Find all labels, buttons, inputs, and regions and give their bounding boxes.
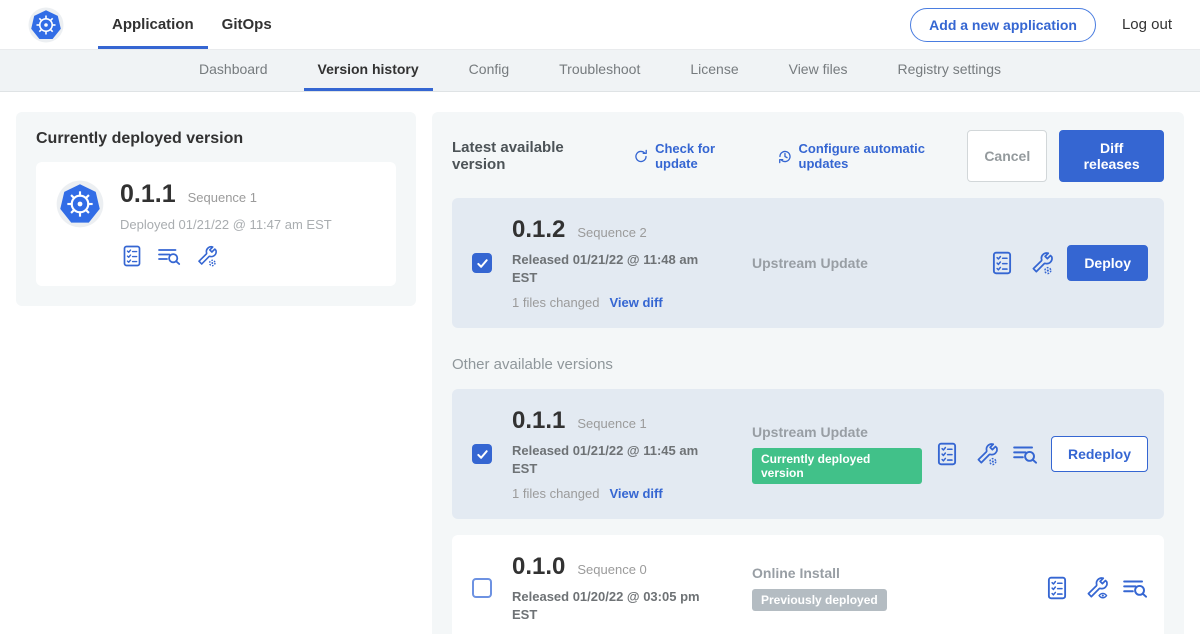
version-status: Upstream Update Currently deployed versi…	[732, 424, 922, 484]
tab-dashboard-label: Dashboard	[199, 61, 268, 77]
version-sequence: Sequence 2	[577, 225, 646, 240]
configure-updates-link[interactable]: Configure automatic updates	[777, 141, 968, 171]
tab-config[interactable]: Config	[455, 50, 523, 91]
released-timestamp: Released 01/21/22 @ 11:45 am EST	[512, 442, 720, 477]
version-row-0-1-2: 0.1.2 Sequence 2 Released 01/21/22 @ 11:…	[452, 198, 1164, 328]
tab-version-history[interactable]: Version history	[304, 50, 433, 91]
version-checkbox[interactable]	[472, 578, 492, 598]
version-info: 0.1.1 Sequence 1 Released 01/21/22 @ 11:…	[512, 407, 732, 501]
tab-view-files-label: View files	[789, 61, 848, 77]
schedule-icon	[777, 148, 793, 165]
currently-deployed-badge: Currently deployed version	[752, 448, 922, 484]
version-source: Upstream Update	[752, 424, 922, 440]
view-files-icon[interactable]	[1012, 441, 1038, 467]
deployed-version-card: 0.1.1 Sequence 1 Deployed 01/21/22 @ 11:…	[36, 162, 396, 286]
version-number: 0.1.2	[512, 216, 565, 244]
checkmark-icon	[476, 257, 489, 270]
version-checkbox[interactable]	[472, 444, 492, 464]
latest-version-title: Latest available version	[452, 139, 611, 173]
edit-config-icon[interactable]	[1028, 250, 1054, 276]
preflight-checklist-icon[interactable]	[989, 250, 1015, 276]
panel-header: Latest available version Check for updat…	[452, 130, 1164, 182]
version-number: 0.1.0	[512, 553, 565, 581]
other-versions-label: Other available versions	[452, 356, 1164, 373]
preflight-checklist-icon[interactable]	[1044, 575, 1070, 601]
tab-license-label: License	[690, 61, 738, 77]
diff-releases-button[interactable]: Diff releases	[1059, 130, 1164, 182]
edit-config-icon[interactable]	[194, 244, 218, 268]
preflight-checklist-icon[interactable]	[934, 441, 960, 467]
released-timestamp: Released 01/21/22 @ 11:48 am EST	[512, 251, 720, 286]
version-row-0-1-0: 0.1.0 Sequence 0 Released 01/20/22 @ 03:…	[452, 535, 1164, 634]
files-changed-label: 1 files changed	[512, 295, 599, 310]
configure-updates-label: Configure automatic updates	[799, 141, 968, 171]
version-info: 0.1.2 Sequence 2 Released 01/21/22 @ 11:…	[512, 216, 732, 310]
view-files-icon[interactable]	[157, 244, 181, 268]
tab-troubleshoot-label: Troubleshoot	[559, 61, 640, 77]
refresh-icon	[633, 148, 649, 165]
version-sequence: Sequence 0	[577, 562, 646, 577]
deployed-sequence: Sequence 1	[188, 190, 257, 205]
deploy-button[interactable]: Deploy	[1067, 245, 1148, 281]
tab-dashboard[interactable]: Dashboard	[185, 50, 282, 91]
top-nav-right: Add a new application Log out	[910, 0, 1172, 49]
view-diff-link[interactable]: View diff	[609, 295, 662, 310]
version-sequence: Sequence 1	[577, 416, 646, 431]
view-files-icon[interactable]	[1122, 575, 1148, 601]
top-tab-gitops-label: GitOps	[222, 16, 272, 33]
app-sub-nav: Dashboard Version history Config Trouble…	[0, 50, 1200, 92]
files-changed-label: 1 files changed	[512, 486, 599, 501]
currently-deployed-title: Currently deployed version	[36, 130, 396, 148]
tab-license[interactable]: License	[676, 50, 752, 91]
app-icon	[56, 180, 104, 268]
view-diff-link[interactable]: View diff	[609, 486, 662, 501]
tab-config-label: Config	[469, 61, 509, 77]
deployed-version-number: 0.1.1	[120, 180, 176, 209]
logout-link[interactable]: Log out	[1122, 16, 1172, 33]
top-tab-application[interactable]: Application	[98, 0, 208, 49]
add-application-button[interactable]: Add a new application	[910, 8, 1096, 42]
version-row-0-1-1: 0.1.1 Sequence 1 Released 01/21/22 @ 11:…	[452, 389, 1164, 519]
released-timestamp: Released 01/20/22 @ 03:05 pm EST	[512, 588, 720, 623]
check-for-update-link[interactable]: Check for update	[633, 141, 754, 171]
version-actions	[1044, 575, 1148, 601]
tab-version-history-label: Version history	[318, 61, 419, 77]
tab-registry-settings-label: Registry settings	[898, 61, 1001, 77]
version-source: Upstream Update	[752, 255, 977, 271]
checkmark-icon	[476, 448, 489, 461]
top-nav: Application GitOps Add a new application…	[0, 0, 1200, 50]
tab-view-files[interactable]: View files	[775, 50, 862, 91]
version-status: Online Install Previously deployed	[732, 565, 1032, 611]
version-actions: Redeploy	[934, 436, 1148, 472]
kubernetes-logo[interactable]	[28, 0, 64, 49]
check-for-update-label: Check for update	[655, 141, 755, 171]
redeploy-button[interactable]: Redeploy	[1051, 436, 1148, 472]
version-actions: Deploy	[989, 245, 1148, 281]
top-tab-bar: Application GitOps	[98, 0, 286, 49]
version-checkbox[interactable]	[472, 253, 492, 273]
version-history-panel: Latest available version Check for updat…	[432, 112, 1184, 634]
version-source: Online Install	[752, 565, 1032, 581]
top-tab-gitops[interactable]: GitOps	[208, 0, 286, 49]
tab-registry-settings[interactable]: Registry settings	[884, 50, 1015, 91]
version-number: 0.1.1	[512, 407, 565, 435]
currently-deployed-card: Currently deployed version 0.1.1 Sequenc…	[16, 112, 416, 306]
previously-deployed-badge: Previously deployed	[752, 589, 887, 611]
version-info: 0.1.0 Sequence 0 Released 01/20/22 @ 03:…	[512, 553, 732, 623]
tab-troubleshoot[interactable]: Troubleshoot	[545, 50, 654, 91]
top-tab-application-label: Application	[112, 16, 194, 33]
view-config-icon[interactable]	[1083, 575, 1109, 601]
version-status: Upstream Update	[732, 255, 977, 271]
edit-config-icon[interactable]	[973, 441, 999, 467]
deployed-version-details: 0.1.1 Sequence 1 Deployed 01/21/22 @ 11:…	[120, 180, 332, 268]
preflight-checklist-icon[interactable]	[120, 244, 144, 268]
deployed-timestamp: Deployed 01/21/22 @ 11:47 am EST	[120, 217, 332, 232]
main-content: Currently deployed version 0.1.1 Sequenc…	[0, 92, 1200, 634]
cancel-button[interactable]: Cancel	[967, 130, 1047, 182]
